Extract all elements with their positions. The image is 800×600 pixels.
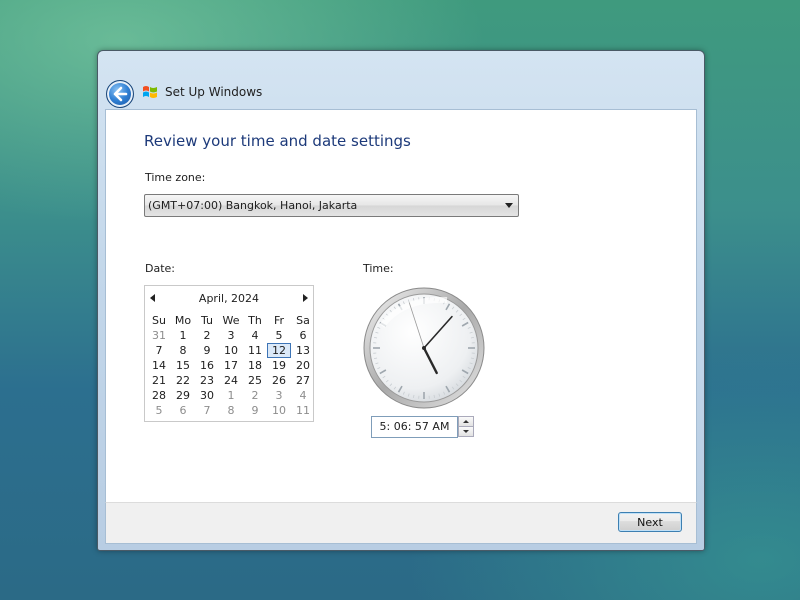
calendar-day[interactable]: 3 (219, 328, 243, 343)
calendar-month-title: April, 2024 (198, 292, 260, 305)
calendar-week-row: 7 8 9 10 11 12 13 (147, 343, 315, 358)
weekday-header: Su (152, 314, 166, 327)
calendar-day[interactable]: 29 (171, 388, 195, 403)
back-arrow-icon (113, 86, 128, 102)
time-value: 5: 06: 57 AM (379, 420, 450, 433)
calendar-day[interactable]: 1 (171, 328, 195, 343)
calendar-week-row: 5 6 7 8 9 10 11 (147, 403, 315, 418)
calendar-day[interactable]: 31 (147, 328, 171, 343)
content-area: Review your time and date settings Time … (105, 109, 697, 527)
calendar-day[interactable]: 5 (147, 403, 171, 418)
chevron-left-icon[interactable] (150, 294, 155, 302)
calendar-day[interactable]: 18 (243, 358, 267, 373)
dropdown-arrow-icon (505, 203, 513, 208)
calendar-header: April, 2024 (145, 290, 313, 306)
calendar-week-row: 21 22 23 24 25 26 27 (147, 373, 315, 388)
calendar-day[interactable]: 23 (195, 373, 219, 388)
calendar-day[interactable]: 8 (219, 403, 243, 418)
calendar-day[interactable]: 15 (171, 358, 195, 373)
date-label: Date: (145, 262, 175, 275)
calendar-day[interactable]: 6 (291, 328, 315, 343)
calendar-day[interactable]: 7 (147, 343, 171, 358)
calendar-day[interactable]: 9 (243, 403, 267, 418)
windows-logo-icon (143, 86, 157, 98)
calendar-day[interactable]: 25 (243, 373, 267, 388)
calendar-day[interactable]: 17 (219, 358, 243, 373)
calendar-day[interactable]: 5 (267, 328, 291, 343)
setup-window: Set Up Windows Review your time and date… (97, 50, 705, 551)
calendar-week-row: 31 1 2 3 4 5 6 (147, 328, 315, 343)
spin-down-icon[interactable] (458, 426, 474, 437)
calendar-day[interactable]: 6 (171, 403, 195, 418)
calendar-day[interactable]: 7 (195, 403, 219, 418)
calendar-grid: Su Mo Tu We Th Fr Sa 31 1 2 3 4 5 6 7 8 9 10 11 12 13 14 15 16 1… (147, 313, 315, 418)
calendar-day[interactable]: 10 (219, 343, 243, 358)
weekday-header: Tu (200, 314, 214, 327)
timezone-value: (GMT+07:00) Bangkok, Hanoi, Jakarta (148, 199, 358, 212)
weekday-header: Mo (174, 314, 192, 327)
calendar-day[interactable]: 13 (291, 343, 315, 358)
analog-clock (363, 287, 485, 409)
calendar-day[interactable]: 11 (243, 343, 267, 358)
calendar-day[interactable]: 21 (147, 373, 171, 388)
calendar-day[interactable]: 2 (195, 328, 219, 343)
calendar-day[interactable]: 27 (291, 373, 315, 388)
calendar-day[interactable]: 9 (195, 343, 219, 358)
calendar-day[interactable]: 22 (171, 373, 195, 388)
time-input[interactable]: 5: 06: 57 AM (371, 416, 458, 438)
calendar-day[interactable]: 24 (219, 373, 243, 388)
next-button[interactable]: Next (618, 512, 682, 532)
weekday-header: Th (248, 314, 262, 327)
weekday-header: Sa (296, 314, 310, 327)
calendar-day[interactable]: 30 (195, 388, 219, 403)
calendar-day[interactable]: 4 (291, 388, 315, 403)
weekday-header: Fr (273, 314, 285, 327)
chevron-right-icon[interactable] (303, 294, 308, 302)
calendar-week-row: 14 15 16 17 18 19 20 (147, 358, 315, 373)
time-spinner[interactable] (458, 416, 474, 437)
calendar-day[interactable]: 26 (267, 373, 291, 388)
calendar-day[interactable]: 28 (147, 388, 171, 403)
calendar-week-row: 28 29 30 1 2 3 4 (147, 388, 315, 403)
calendar-weekday-row: Su Mo Tu We Th Fr Sa (147, 313, 315, 328)
weekday-header: We (222, 314, 240, 327)
calendar-day[interactable]: 3 (267, 388, 291, 403)
timezone-label: Time zone: (145, 171, 206, 184)
calendar-day-selected[interactable]: 12 (267, 343, 291, 358)
back-button[interactable] (106, 80, 134, 108)
calendar: April, 2024 Su Mo Tu We Th Fr Sa 31 1 2 3 4 5 6 7 8 9 10 1… (144, 285, 314, 422)
calendar-day[interactable]: 19 (267, 358, 291, 373)
timezone-dropdown[interactable]: (GMT+07:00) Bangkok, Hanoi, Jakarta (144, 194, 519, 217)
calendar-day[interactable]: 16 (195, 358, 219, 373)
footer-bar: Next (105, 502, 697, 544)
page-title: Review your time and date settings (144, 132, 411, 150)
title-bar: Set Up Windows (98, 75, 704, 111)
calendar-day[interactable]: 2 (243, 388, 267, 403)
calendar-day[interactable]: 4 (243, 328, 267, 343)
calendar-day[interactable]: 8 (171, 343, 195, 358)
calendar-day[interactable]: 1 (219, 388, 243, 403)
window-title: Set Up Windows (165, 85, 263, 99)
calendar-day[interactable]: 10 (267, 403, 291, 418)
calendar-day[interactable]: 20 (291, 358, 315, 373)
calendar-day[interactable]: 14 (147, 358, 171, 373)
calendar-day[interactable]: 11 (291, 403, 315, 418)
time-label: Time: (363, 262, 394, 275)
